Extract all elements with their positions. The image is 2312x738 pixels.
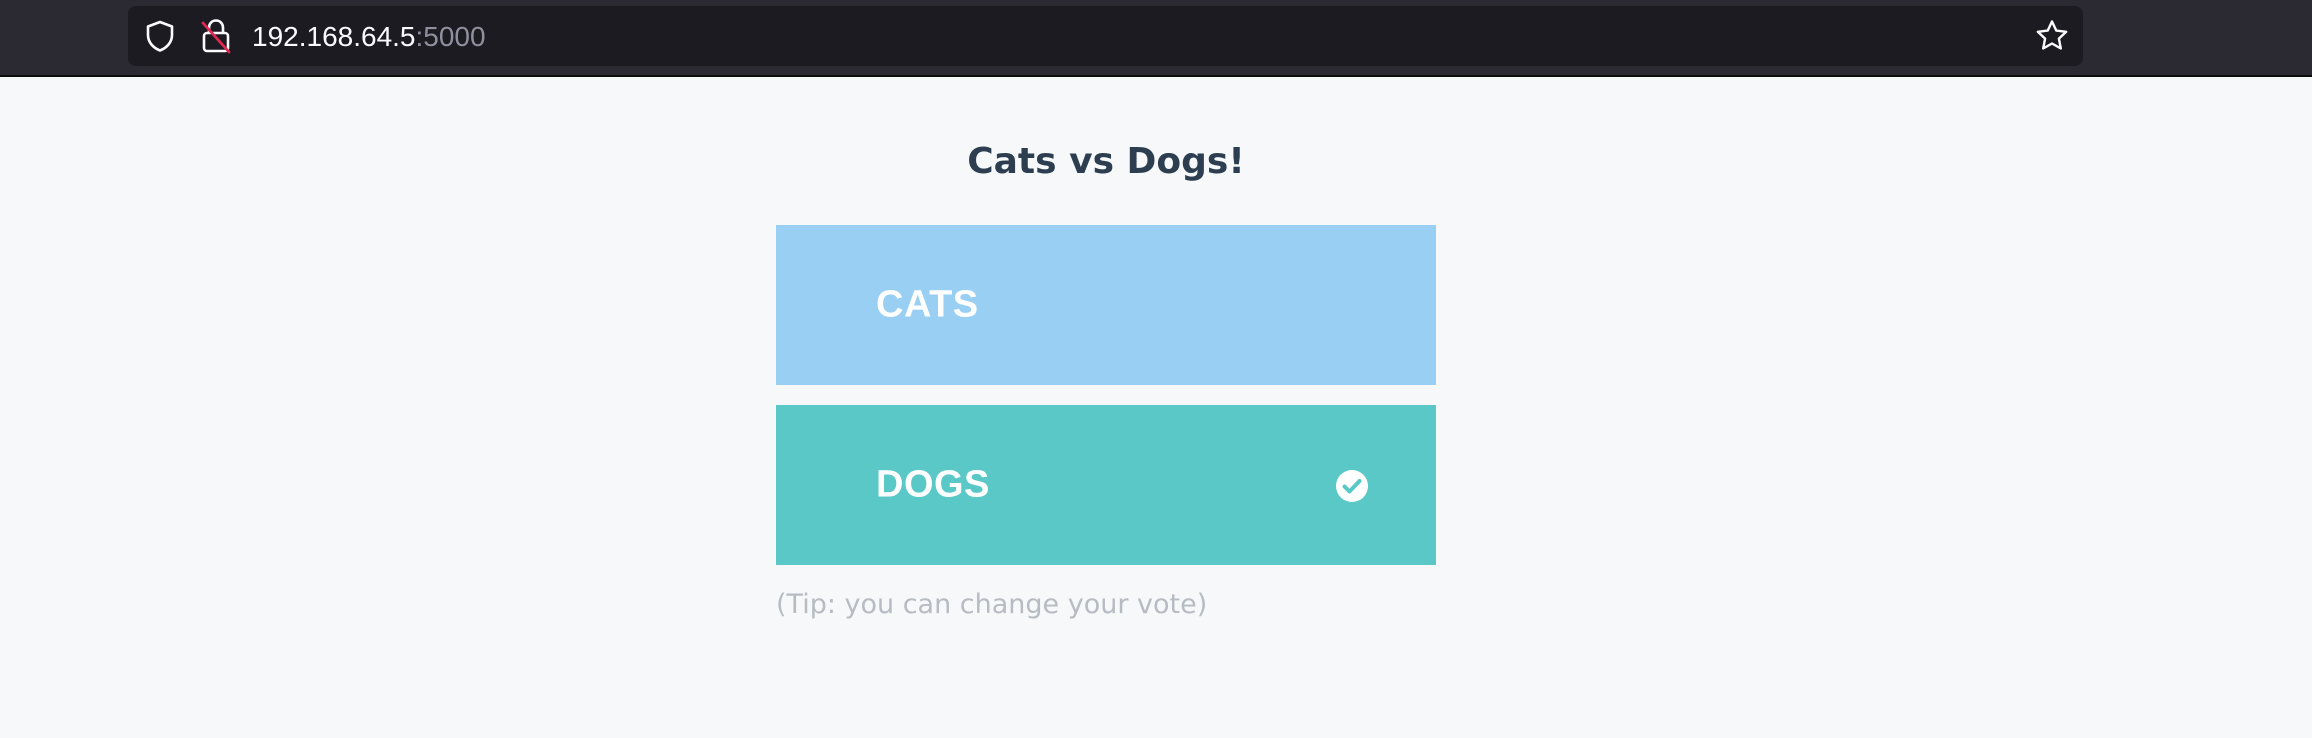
insecure-lock-icon[interactable] <box>199 17 233 55</box>
star-icon[interactable] <box>2034 18 2070 54</box>
tip-text: (Tip: you can change your vote) <box>776 589 1208 620</box>
url-port: :5000 <box>415 21 486 52</box>
vote-dogs-button[interactable]: DOGS <box>776 405 1436 565</box>
vote-cats-button[interactable]: CATS <box>776 225 1436 385</box>
vote-option-label: DOGS <box>876 463 990 506</box>
url-host: 192.168.64.5 <box>252 21 416 52</box>
check-circle-icon <box>1336 470 1368 502</box>
shield-icon[interactable] <box>142 18 178 54</box>
url-text[interactable]: 192.168.64.5:5000 <box>252 20 486 54</box>
page-title: Cats vs Dogs! <box>967 141 1245 182</box>
browser-toolbar: 192.168.64.5:5000 <box>0 0 2312 77</box>
vote-option-label: CATS <box>876 283 979 326</box>
